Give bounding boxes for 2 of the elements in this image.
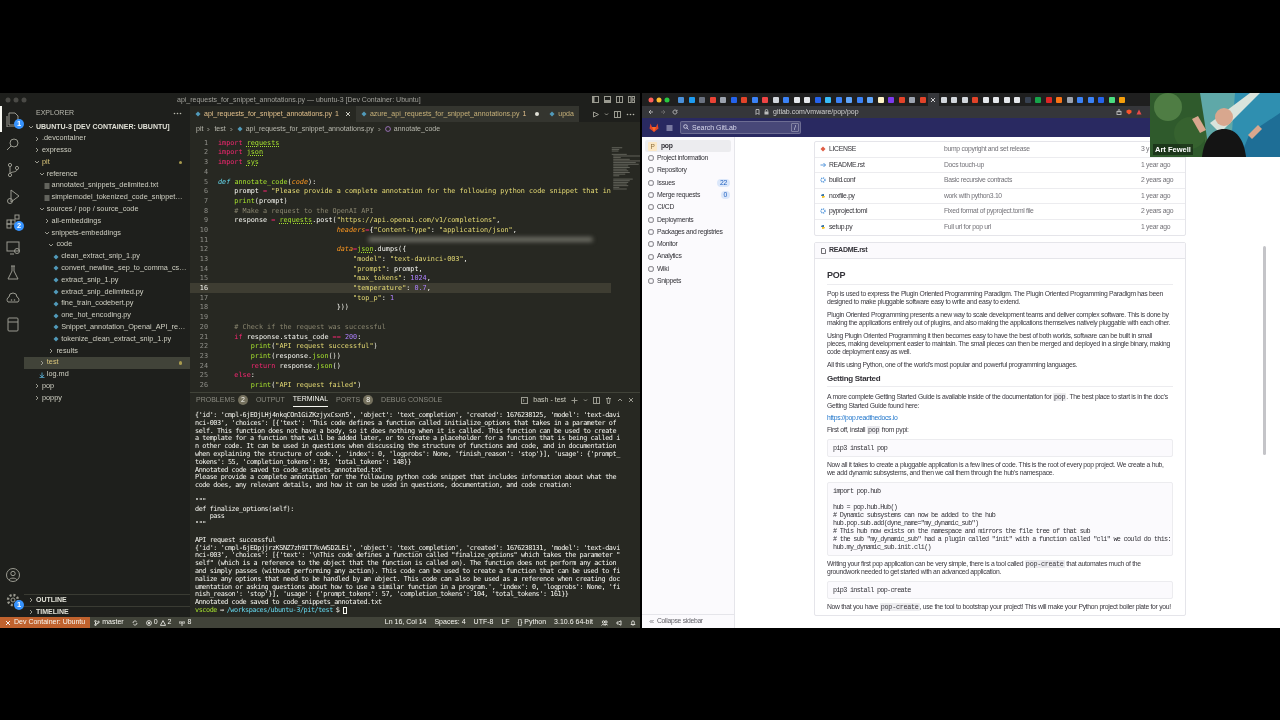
readme-heading: POP (827, 269, 1173, 285)
readme-subheading: Getting Started (827, 373, 1173, 388)
